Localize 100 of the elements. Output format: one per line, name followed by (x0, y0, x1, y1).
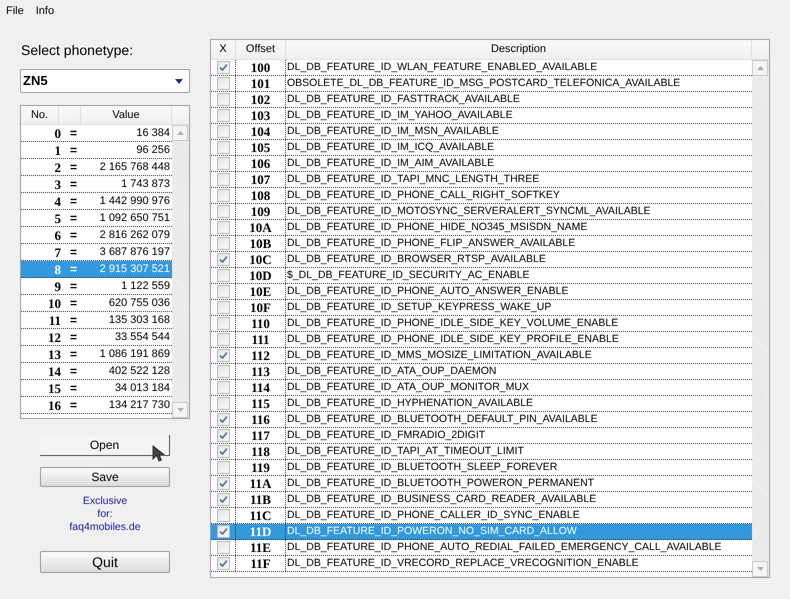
checkbox[interactable] (216, 541, 230, 554)
checkbox[interactable] (216, 365, 230, 378)
menu-item[interactable]: Info (36, 2, 54, 20)
offset-cell: 10B (236, 236, 286, 251)
scrollbar[interactable] (172, 125, 189, 418)
table-row[interactable]: 106 DL_DB_FEATURE_ID_IM_AIM_AVAILABLE (211, 156, 752, 172)
checkbox[interactable] (216, 93, 230, 106)
phonetype-dropdown[interactable]: ZN5 (20, 69, 190, 93)
checkbox[interactable] (216, 157, 230, 170)
value-cell-text: 96 256 (135, 142, 171, 158)
table-row[interactable]: 117 DL_DB_FEATURE_ID_FMRADIO_2DIGIT (211, 428, 752, 444)
table-row[interactable]: 118 DL_DB_FEATURE_ID_TAPI_AT_TIMEOUT_LIMIT (211, 444, 752, 460)
offset-cell: 118 (236, 444, 286, 459)
checkbox[interactable] (216, 205, 230, 218)
offset-cell: 113 (236, 364, 286, 379)
row-number: 0 (54, 126, 62, 140)
table-row[interactable]: 11B DL_DB_FEATURE_ID_BUSINESS_CARD_READER_AVAILABLE (211, 492, 752, 508)
checkbox[interactable] (216, 509, 230, 522)
checkbox[interactable] (216, 413, 230, 426)
table-row[interactable]: 10B DL_DB_FEATURE_ID_PHONE_FLIP_ANSWER_AVAILABLE (211, 236, 752, 252)
table-row[interactable]: 109 DL_DB_FEATURE_ID_MOTOSYNC_SERVERALERT_SYNCML_AVAILABLE (211, 204, 752, 220)
table-row[interactable]: 100 DL_DB_FEATURE_ID_WLAN_FEATURE_ENABLED_AVAILABLE (211, 60, 752, 76)
checkbox[interactable] (216, 301, 230, 314)
equals-sign: = (69, 142, 78, 158)
table-row[interactable]: 101 OBSOLETE_DL_DB_FEATURE_ID_MSG_POSTCARD_TELEFONICA_AVAILABLE (211, 76, 752, 92)
checkbox[interactable] (216, 173, 230, 186)
table-row[interactable]: 11A DL_DB_FEATURE_ID_BLUETOOTH_POWERON_PERMANENT (211, 476, 752, 492)
checkbox[interactable] (216, 525, 230, 538)
table-row[interactable]: 10F DL_DB_FEATURE_ID_SETUP_KEYPRESS_WAKE_UP (211, 300, 752, 316)
checkbox[interactable] (216, 429, 230, 442)
checkbox[interactable] (216, 477, 230, 490)
table-row[interactable]: 107 DL_DB_FEATURE_ID_TAPI_MNC_LENGTH_THREE (211, 172, 752, 188)
equals-sign: = (69, 228, 78, 242)
checkbox[interactable] (216, 381, 230, 394)
table-row[interactable]: 10C DL_DB_FEATURE_ID_BROWSER_RTSP_AVAILABLE (211, 252, 752, 268)
table-row[interactable]: 115 DL_DB_FEATURE_ID_HYPHENATION_AVAILABLE (211, 396, 752, 412)
checkbox[interactable] (216, 109, 230, 122)
checkbox[interactable] (216, 253, 230, 266)
checkbox[interactable] (216, 445, 230, 458)
table-row[interactable]: 11F DL_DB_FEATURE_ID_VRECORD_REPLACE_VRECOGNITION_ENABLE (211, 556, 752, 572)
table-row[interactable]: 11E DL_DB_FEATURE_ID_PHONE_AUTO_REDIAL_FAILED_EMERGENCY_CALL_AVAILABLE (211, 540, 752, 556)
quit-button[interactable]: Quit (40, 551, 170, 573)
table-row[interactable]: 111 DL_DB_FEATURE_ID_PHONE_IDLE_SIDE_KEY_PROFILE_ENABLE (211, 332, 752, 348)
column-header[interactable]: Offset (236, 40, 286, 59)
save-button[interactable]: Save (40, 467, 170, 487)
checkbox[interactable] (216, 125, 230, 138)
checkbox[interactable] (216, 61, 230, 74)
checkbox[interactable] (216, 269, 230, 282)
table-row[interactable]: 103 DL_DB_FEATURE_ID_IM_YAHOO_AVAILABLE (211, 108, 752, 124)
table-row[interactable]: 108 DL_DB_FEATURE_ID_PHONE_CALL_RIGHT_SOFTKEY (211, 188, 752, 204)
table-row[interactable]: 114 DL_DB_FEATURE_ID_ATA_OUP_MONITOR_MUX (211, 380, 752, 396)
column-header[interactable]: No. (21, 106, 59, 124)
scrollbar[interactable] (752, 60, 769, 577)
checkbox[interactable] (216, 189, 230, 202)
checkbox[interactable] (216, 237, 230, 250)
table-row[interactable]: 112 DL_DB_FEATURE_ID_MMS_MOSIZE_LIMITATION_AVAILABLE (211, 348, 752, 364)
value-cell-text: 1 122 559 (120, 278, 171, 294)
checkbox[interactable] (216, 349, 230, 362)
description-cell-text: DL_DB_FEATURE_ID_BLUETOOTH_POWERON_PERMANENT (286, 476, 596, 491)
checkbox[interactable] (216, 77, 230, 90)
description-cell-text: DL_DB_FEATURE_ID_PHONE_IDLE_SIDE_KEY_PROFILE_ENABLE (286, 332, 620, 347)
menu-item[interactable]: File (6, 2, 24, 20)
checkbox[interactable] (216, 285, 230, 298)
column-header[interactable]: Value (81, 106, 172, 124)
table-row[interactable]: 113 DL_DB_FEATURE_ID_ATA_OUP_DAEMON (211, 364, 752, 380)
description-cell-text: DL_DB_FEATURE_ID_BLUETOOTH_DEFAULT_PIN_AVAILABLE (286, 412, 599, 427)
checkbox[interactable] (216, 397, 230, 410)
row-number: 14 (47, 364, 62, 378)
table-row[interactable]: 104 DL_DB_FEATURE_ID_IM_MSN_AVAILABLE (211, 124, 752, 140)
table-row[interactable]: 110 DL_DB_FEATURE_ID_PHONE_IDLE_SIDE_KEY_VOLUME_ENABLE (211, 316, 752, 332)
checkbox[interactable] (216, 317, 230, 330)
equals-sign: = (69, 330, 78, 344)
offset-cell: 103 (236, 108, 286, 123)
offset-cell: 111 (236, 332, 286, 347)
checkbox[interactable] (216, 333, 230, 346)
row-number: 1 (54, 142, 62, 158)
cursor-icon (152, 445, 166, 463)
equals-sign: = (69, 210, 78, 226)
credit-text: for: (97, 508, 113, 521)
description-cell-text: DL_DB_FEATURE_ID_PHONE_AUTO_REDIAL_FAILED_EMERGENCY_CALL_AVAILABLE (286, 540, 723, 555)
column-header[interactable]: Description (286, 40, 752, 59)
checkbox[interactable] (216, 461, 230, 474)
checkbox[interactable] (216, 557, 230, 570)
checkbox[interactable] (216, 221, 230, 234)
table-row[interactable]: 10A DL_DB_FEATURE_ID_PHONE_HIDE_NO345_MSISDN_NAME (211, 220, 752, 236)
open-button[interactable]: Open (40, 435, 170, 456)
table-row[interactable]: 10D $_DL_DB_FEATURE_ID_SECURITY_AC_ENABLE (211, 268, 752, 284)
description-cell-text: DL_DB_FEATURE_ID_WLAN_FEATURE_ENABLED_AVAILABLE (286, 60, 598, 75)
table-row[interactable]: 102 DL_DB_FEATURE_ID_FASTTRACK_AVAILABLE (211, 92, 752, 108)
table-row[interactable]: 119 DL_DB_FEATURE_ID_BLUETOOTH_SLEEP_FOREVER (211, 460, 752, 476)
table-row[interactable]: 105 DL_DB_FEATURE_ID_IM_ICQ_AVAILABLE (211, 140, 752, 156)
description-cell-text: DL_DB_FEATURE_ID_IM_AIM_AVAILABLE (286, 156, 496, 171)
checkbox[interactable] (216, 493, 230, 506)
offset-cell: 10F (236, 300, 286, 315)
table-row[interactable]: 10E DL_DB_FEATURE_ID_PHONE_AUTO_ANSWER_ENABLE (211, 284, 752, 300)
table-row[interactable]: 116 DL_DB_FEATURE_ID_BLUETOOTH_DEFAULT_PIN_AVAILABLE (211, 412, 752, 428)
value-cell-text: 135 303 168 (108, 312, 171, 328)
checkbox[interactable] (216, 141, 230, 154)
column-header[interactable]: X (211, 40, 236, 59)
value-cell-text: 1 092 650 751 (98, 210, 171, 226)
